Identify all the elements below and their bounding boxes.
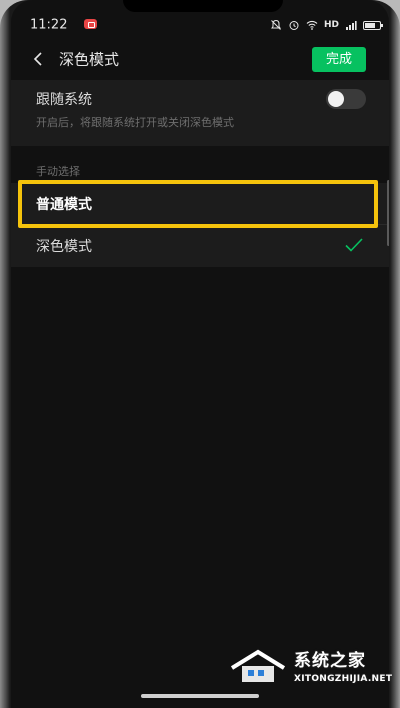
wifi-icon [306,20,318,30]
phone-frame: 11:22 HD 深色模式 完成 跟随系统 开启后，将跟随系统打开或关闭深色模式 [0,0,400,708]
alarm-icon [289,21,299,30]
scrollbar [387,180,389,246]
page-title: 深色模式 [59,50,120,69]
follow-system-row: 跟随系统 开启后，将跟随系统打开或关闭深色模式 [11,80,389,146]
signal-icon [346,21,357,30]
watermark-name: 系统之家 [294,651,366,671]
done-button[interactable]: 完成 [312,47,366,72]
follow-system-description: 开启后，将跟随系统打开或关闭深色模式 [36,116,234,129]
option-dark-mode[interactable]: 深色模式 [11,225,389,267]
checkmark-icon [345,238,363,252]
toggle-knob [328,91,344,107]
watermark-logo-icon [230,649,286,682]
screen: 11:22 HD 深色模式 完成 跟随系统 开启后，将跟随系统打开或关闭深色模式 [11,0,389,708]
status-time: 11:22 [30,17,68,33]
status-icons: HD [270,19,383,31]
back-arrow-icon[interactable] [31,50,47,68]
highlight-box [18,180,378,228]
follow-system-title: 跟随系统 [36,92,92,108]
watermark-domain: XITONGZHIJIA.NET [294,674,393,684]
battery-icon [363,20,383,30]
mute-bell-icon [271,19,281,30]
screen-record-icon [84,19,97,29]
manual-section-label: 手动选择 [36,165,80,178]
network-type-label: HD [323,20,339,30]
watermark: 系统之家 XITONGZHIJIA.NET [228,640,393,702]
nav-bar: 深色模式 完成 [11,42,389,76]
status-bar: 11:22 HD [11,0,389,34]
option-label: 深色模式 [36,239,92,255]
follow-system-toggle[interactable] [326,89,366,109]
